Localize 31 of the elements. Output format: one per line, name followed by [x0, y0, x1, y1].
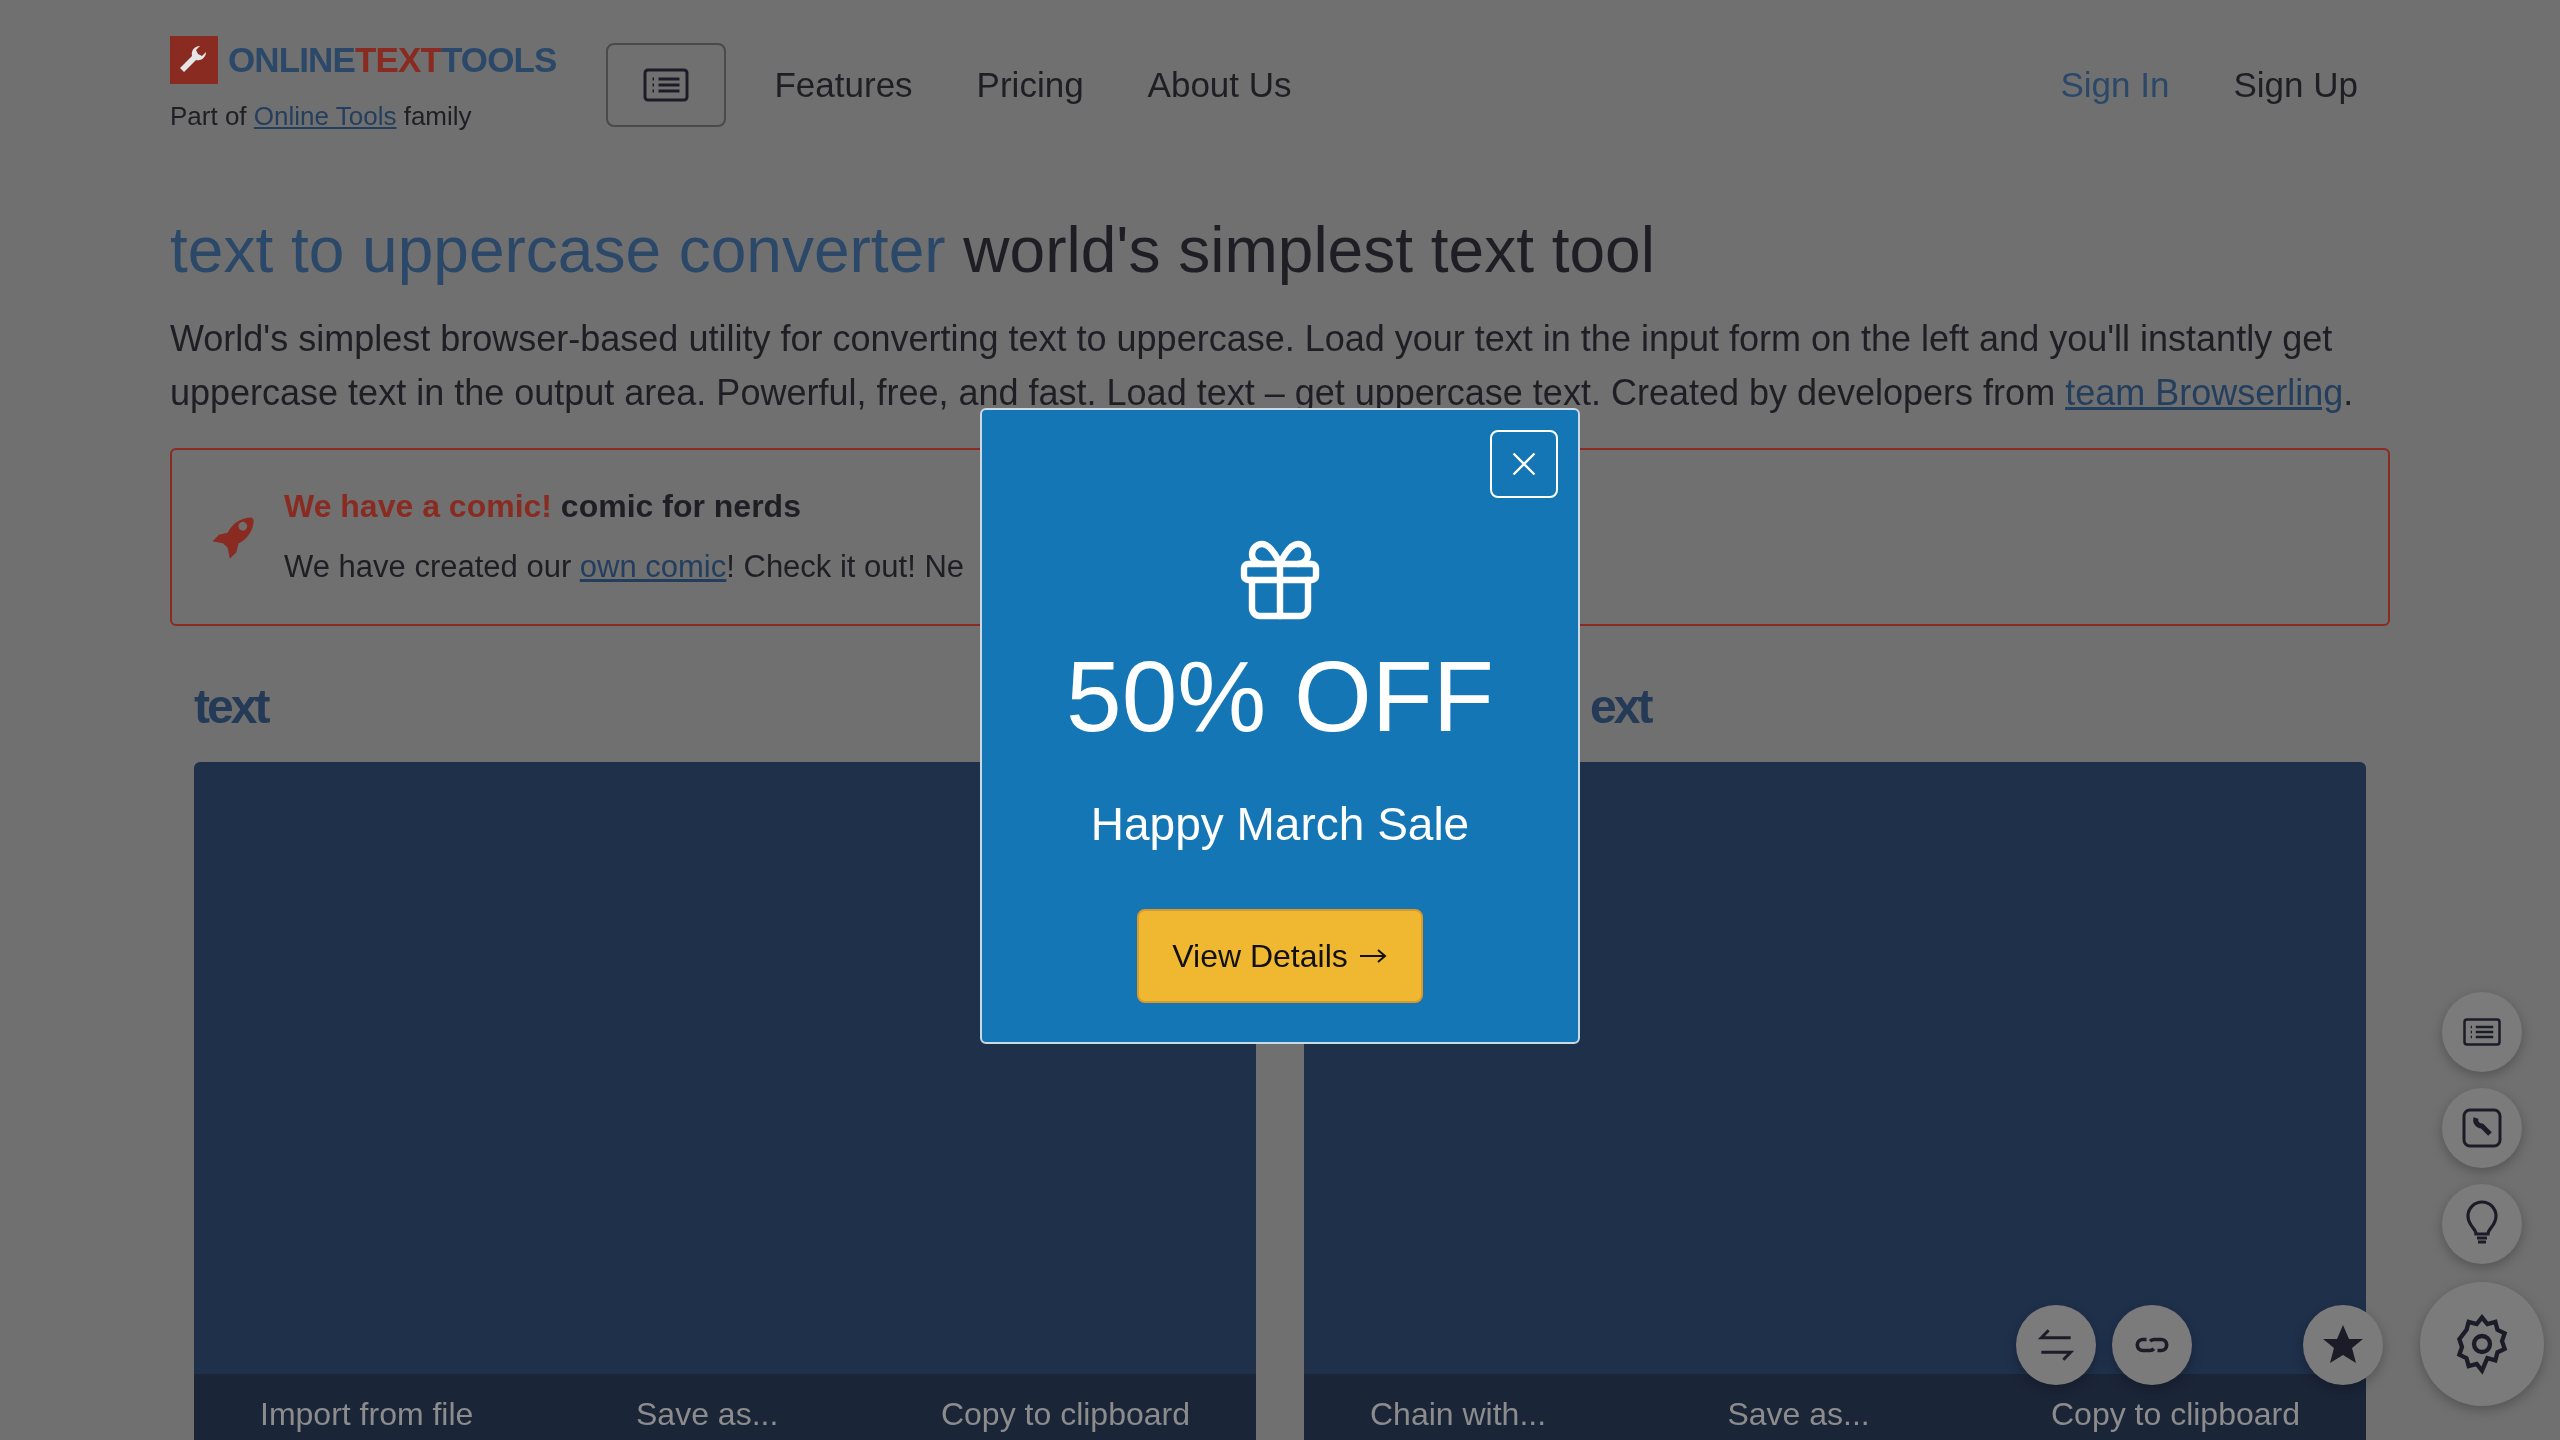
nav-link[interactable]: About Us — [1147, 58, 1292, 111]
page-title: text to uppercase converter world's simplest text tool — [170, 212, 1656, 288]
sign-in-link[interactable]: Sign In — [2060, 58, 2170, 111]
toolbar-action[interactable]: Save as... — [636, 1393, 779, 1434]
toolbar-action[interactable]: Chain with... — [1370, 1393, 1547, 1434]
banner-title: We have a comic! comic for nerds — [284, 487, 802, 527]
toolbar-action[interactable]: Copy to clipboard — [2050, 1393, 2300, 1434]
view-details-button[interactable]: View Details — [1137, 909, 1423, 1003]
discount-text: 50% OFF — [1066, 646, 1494, 746]
team-browserling-link[interactable]: team Browserling — [2065, 371, 2344, 413]
list-icon — [2462, 1017, 2502, 1047]
own-comic-link[interactable]: own comic — [579, 549, 727, 585]
online-tools-link[interactable]: Online Tools — [253, 100, 397, 131]
close-icon — [1510, 450, 1538, 478]
nav-link[interactable]: Features — [774, 58, 913, 111]
toolbar-action[interactable]: Import from file — [260, 1393, 474, 1434]
family-text: Part of Online Tools family — [170, 99, 473, 133]
arrow-right-icon — [1357, 946, 1388, 966]
banner-text: We have created our own comic! Check it out! Ne — [284, 548, 965, 587]
toolbar-action[interactable]: Save as... — [1727, 1393, 1870, 1434]
close-button[interactable] — [1490, 430, 1558, 498]
sale-caption: Happy March Sale — [1090, 797, 1470, 852]
list-icon — [642, 66, 691, 103]
wrench-logo-icon — [170, 36, 218, 85]
nav-link[interactable]: Pricing — [976, 58, 1084, 111]
logo-text[interactable]: ONLINETEXTTOOLS — [228, 34, 557, 87]
sign-up-link[interactable]: Sign Up — [2233, 58, 2358, 111]
panel-heading: text — [194, 678, 268, 735]
toolbar-action[interactable]: Copy to clipboard — [940, 1393, 1190, 1434]
panel-heading: ext — [1590, 678, 1651, 735]
menu-button[interactable] — [606, 42, 727, 127]
